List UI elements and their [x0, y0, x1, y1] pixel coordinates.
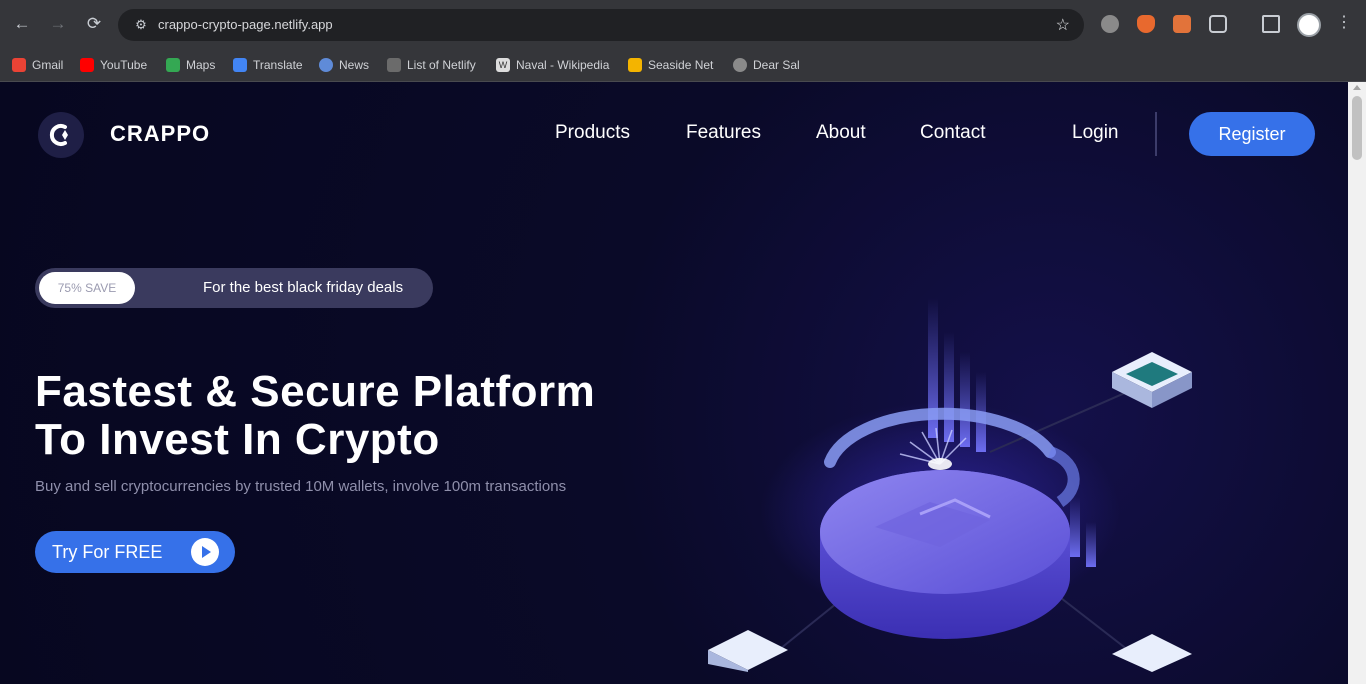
- node-cube-top-right: [1112, 352, 1192, 408]
- brand-name[interactable]: CRAPPO: [110, 121, 210, 147]
- extensions-puzzle-icon[interactable]: [1209, 15, 1227, 33]
- maps-icon: [166, 58, 180, 72]
- bookmark-item[interactable]: Translate: [233, 56, 303, 74]
- bookmark-label: Dear Sal: [753, 58, 800, 72]
- crappo-logo-glyph-icon: [49, 124, 68, 146]
- promo-badge: 75% SAVE: [39, 272, 135, 304]
- hero-title: Fastest & Secure Platform To Invest In C…: [35, 368, 675, 464]
- profile-avatar[interactable]: [1297, 13, 1321, 37]
- bookmark-label: Seaside Net: [648, 58, 714, 72]
- extension-icon-1[interactable]: [1101, 15, 1119, 33]
- browser-chrome: ← → ⟳ ⚙ crappo-crypto-page.netlify.app ☆…: [0, 0, 1366, 82]
- reload-icon[interactable]: ⟳: [83, 13, 105, 35]
- nav-contact[interactable]: Contact: [920, 122, 985, 144]
- bookmark-label: YouTube: [100, 58, 148, 72]
- bookmark-item[interactable]: News: [319, 56, 369, 74]
- bookmark-item[interactable]: Dear Sal: [733, 56, 800, 74]
- netlify-icon: [387, 58, 401, 72]
- nav-divider: [1155, 112, 1157, 156]
- nav-about[interactable]: About: [816, 122, 866, 144]
- nav-products[interactable]: Products: [555, 122, 630, 144]
- url-text[interactable]: crappo-crypto-page.netlify.app: [158, 17, 333, 32]
- crypto-platform-illustration: [708, 298, 1192, 672]
- side-panel-icon[interactable]: [1262, 15, 1280, 33]
- web-page: CRAPPO Products Features About Contact L…: [0, 82, 1348, 684]
- bookmark-label: Translate: [253, 58, 303, 72]
- bookmark-star-icon[interactable]: ☆: [1056, 15, 1070, 35]
- back-icon[interactable]: ←: [11, 13, 33, 35]
- bookmark-label: Gmail: [32, 58, 64, 72]
- scrollbar-thumb[interactable]: [1352, 96, 1362, 160]
- bookmark-item[interactable]: Gmail: [12, 56, 63, 74]
- chart-bar: [960, 352, 970, 447]
- try-for-free-button[interactable]: Try For FREE: [35, 531, 235, 573]
- bookmark-item[interactable]: YouTube: [80, 56, 147, 74]
- bookmarks-bar: Gmail YouTube Maps Translate News List o…: [0, 48, 1366, 82]
- bookmark-item[interactable]: Maps: [166, 56, 215, 74]
- nav-features[interactable]: Features: [686, 122, 761, 144]
- bookmark-label: Naval - Wikipedia: [516, 58, 610, 72]
- node-cube-bottom-left: [708, 630, 788, 672]
- news-icon: [319, 58, 333, 72]
- gmail-icon: [12, 58, 26, 72]
- cta-label: Try For FREE: [52, 541, 163, 562]
- bookmark-item[interactable]: W Naval - Wikipedia: [496, 56, 609, 74]
- hero-title-line-1: Fastest & Secure Platform: [35, 367, 596, 416]
- globe-icon: [733, 58, 747, 72]
- promo-banner[interactable]: 75% SAVE For the best black friday deals: [35, 268, 433, 308]
- browser-toolbar: ← → ⟳ ⚙ crappo-crypto-page.netlify.app ☆…: [0, 0, 1366, 48]
- bookmark-label: Maps: [186, 58, 216, 72]
- seaside-icon: [628, 58, 642, 72]
- bookmark-item[interactable]: Seaside Net: [628, 56, 713, 74]
- crappo-logo-icon[interactable]: [38, 112, 84, 158]
- page-scrollbar[interactable]: [1348, 82, 1366, 684]
- promo-text: For the best black friday deals: [203, 279, 404, 296]
- translate-icon: [233, 58, 247, 72]
- chart-bar: [1070, 497, 1080, 557]
- scroll-up-arrow-icon[interactable]: [1353, 85, 1361, 90]
- browser-menu-icon[interactable]: ⋮: [1336, 12, 1352, 32]
- hero-subtitle: Buy and sell cryptocurrencies by trusted…: [35, 478, 567, 495]
- bookmark-item[interactable]: List of Netlify: [387, 56, 476, 74]
- chart-bar: [1086, 522, 1096, 567]
- wikipedia-icon: W: [496, 58, 510, 72]
- light-core: [928, 458, 952, 470]
- chart-bar: [944, 332, 954, 442]
- play-arrow-icon: [191, 538, 219, 566]
- bookmark-label: News: [339, 58, 370, 72]
- hero-title-line-2: To Invest In Crypto: [35, 415, 440, 464]
- extension-icon-3[interactable]: [1173, 15, 1191, 33]
- register-button[interactable]: Register: [1189, 112, 1315, 156]
- bookmark-label: List of Netlify: [407, 58, 476, 72]
- youtube-icon: [80, 58, 94, 72]
- address-bar[interactable]: ⚙ crappo-crypto-page.netlify.app ☆: [118, 9, 1084, 41]
- node-cube-bottom-right: [1112, 634, 1192, 672]
- site-info-icon[interactable]: ⚙: [132, 16, 150, 34]
- login-link[interactable]: Login: [1072, 122, 1119, 144]
- forward-icon[interactable]: →: [47, 13, 69, 35]
- extension-icon-2[interactable]: [1137, 15, 1155, 33]
